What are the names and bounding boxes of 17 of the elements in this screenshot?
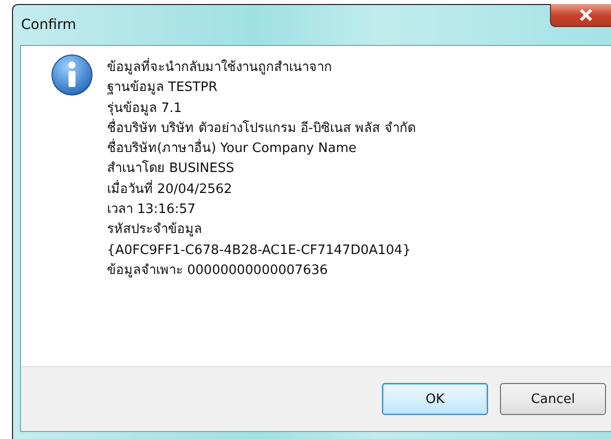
message-line: ชื่อบริษัท บริษัท ตัวอย่างโปรแกรม อี-บิซิเนส พลัส จำกัด — [107, 118, 416, 138]
close-icon — [578, 9, 594, 21]
message-line: รุ่นข้อมูล 7.1 — [107, 100, 183, 118]
message-line: สำเนาโดย BUSINESS — [107, 159, 236, 178]
message-line: ข้อมูลจำเพาะ 00000000000007636 — [107, 262, 329, 280]
message-line: เมื่อวันที่ 20/04/2562 — [107, 180, 234, 199]
message-line: ข้อมูลที่จะนำกลับมาใช้งานถูกสำเนาจาก — [107, 58, 416, 78]
message-line: รหัสประจำข้อมูล — [107, 221, 203, 240]
message-line: ฐานข้อมูล TESTPR — [107, 79, 218, 98]
window-title: Confirm — [21, 17, 76, 33]
dialog-button[interactable]: Cancel — [500, 383, 606, 415]
message-line: เวลา 13:16:57 — [107, 201, 197, 220]
information-icon — [51, 54, 93, 96]
close-button[interactable] — [550, 4, 611, 27]
message-line: ชื่อบริษัท(ภาษาอื่น) Your Company Name — [107, 139, 416, 160]
dialog-button[interactable]: OK — [382, 383, 488, 415]
message-line: {A0FC9FF1-C678-4B28-AC1E-CF7147D0A104} — [107, 242, 412, 260]
